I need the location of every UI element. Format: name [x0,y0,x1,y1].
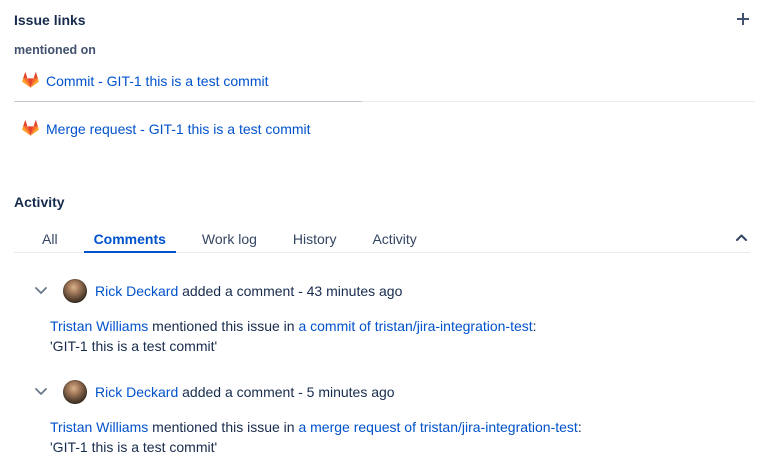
comment-body-text: mentioned this issue in [152,419,294,435]
issue-link-divider [14,101,755,102]
issue-links-title: Issue links [14,12,86,28]
comment-meta: added a comment - 43 minutes ago [182,283,402,299]
commit-link[interactable]: Commit - GIT-1 this is a test commit [46,73,268,89]
mention-author-link[interactable]: Tristan Williams [50,318,148,334]
mention-author-link[interactable]: Tristan Williams [50,419,148,435]
mention-source-link[interactable]: a merge request of tristan/jira-integrat… [298,419,577,435]
activity-tabbar: All Comments Work log History Activity [14,227,750,253]
comment-header: Rick Deckard added a comment - 43 minute… [14,279,750,303]
comment-body-line: Tristan Williams mentioned this issue in… [50,316,750,336]
collapse-activity-button[interactable] [736,234,747,242]
comment-quote: 'GIT-1 this is a test commit' [50,336,750,356]
tab-history[interactable]: History [283,227,347,253]
tab-work-log[interactable]: Work log [192,227,267,253]
mention-source-link[interactable]: a commit of tristan/jira-integration-tes… [298,318,532,334]
chevron-up-icon [736,230,747,245]
comment-author-link[interactable]: Rick Deckard [95,384,178,400]
issue-link-row-merge-request: Merge request - GIT-1 this is a test com… [14,120,750,138]
comment-quote: 'GIT-1 this is a test commit' [50,437,750,457]
comment-body-line: Tristan Williams mentioned this issue in… [50,417,750,437]
comment-list: Rick Deckard added a comment - 43 minute… [14,279,750,457]
avatar [63,279,87,303]
tab-all[interactable]: All [32,227,68,253]
tab-activity[interactable]: Activity [362,227,426,253]
plus-icon [736,14,750,29]
activity-section: Activity All Comments Work log History A… [0,194,764,457]
tab-comments[interactable]: Comments [84,227,176,253]
issue-links-header: Issue links [14,12,750,28]
comment-body: Tristan Williams mentioned this issue in… [50,316,750,356]
comment-header: Rick Deckard added a comment - 5 minutes… [14,380,750,404]
comment-body: Tristan Williams mentioned this issue in… [50,417,750,457]
add-issue-link-button[interactable] [736,12,750,28]
issue-links-section: Issue links mentioned on Commit - GIT-1 … [0,0,764,138]
comment-item: Rick Deckard added a comment - 43 minute… [14,279,750,356]
comment-body-suffix: : [533,318,537,334]
comment-meta: added a comment - 5 minutes ago [182,384,394,400]
collapse-comment-button[interactable] [35,388,47,396]
comment-body-text: mentioned this issue in [152,318,294,334]
gitlab-icon [22,120,46,139]
activity-title: Activity [14,194,750,210]
link-group-label: mentioned on [14,43,750,57]
gitlab-icon [22,72,46,91]
comment-title: Rick Deckard added a comment - 5 minutes… [95,384,395,400]
issue-link-row-commit: Commit - GIT-1 this is a test commit [14,72,750,90]
comment-body-suffix: : [578,419,582,435]
merge-request-link[interactable]: Merge request - GIT-1 this is a test com… [46,121,311,137]
avatar [63,380,87,404]
comment-title: Rick Deckard added a comment - 43 minute… [95,283,402,299]
chevron-down-icon [35,384,47,399]
collapse-comment-button[interactable] [35,287,47,295]
chevron-down-icon [35,283,47,298]
comment-item: Rick Deckard added a comment - 5 minutes… [14,380,750,457]
comment-author-link[interactable]: Rick Deckard [95,283,178,299]
